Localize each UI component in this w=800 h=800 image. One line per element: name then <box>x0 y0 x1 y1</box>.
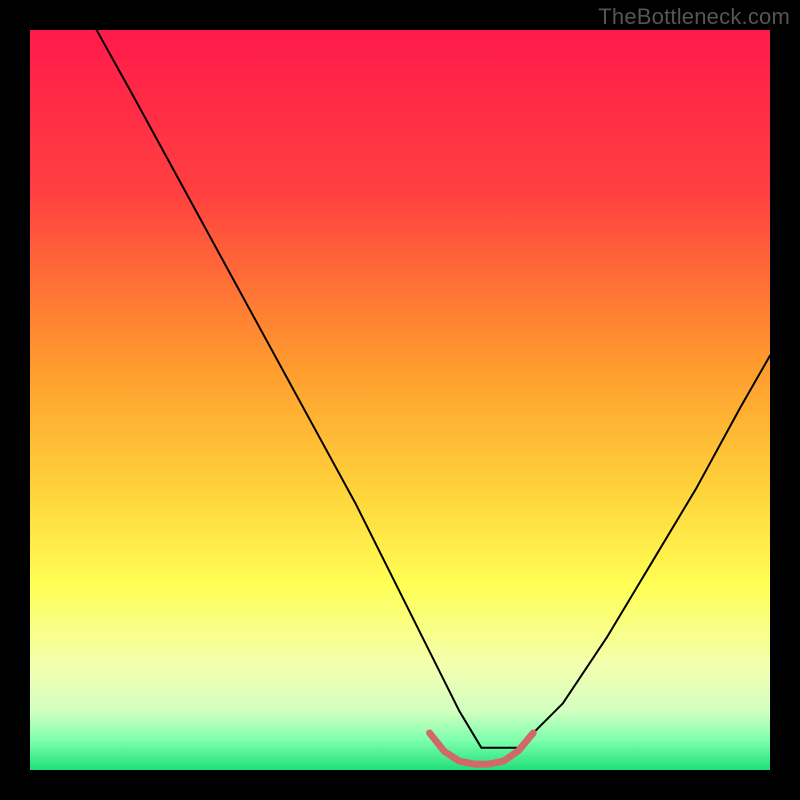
bottleneck-chart <box>0 0 800 800</box>
plot-background <box>30 30 770 770</box>
watermark-label: TheBottleneck.com <box>598 4 790 30</box>
chart-stage: TheBottleneck.com <box>0 0 800 800</box>
